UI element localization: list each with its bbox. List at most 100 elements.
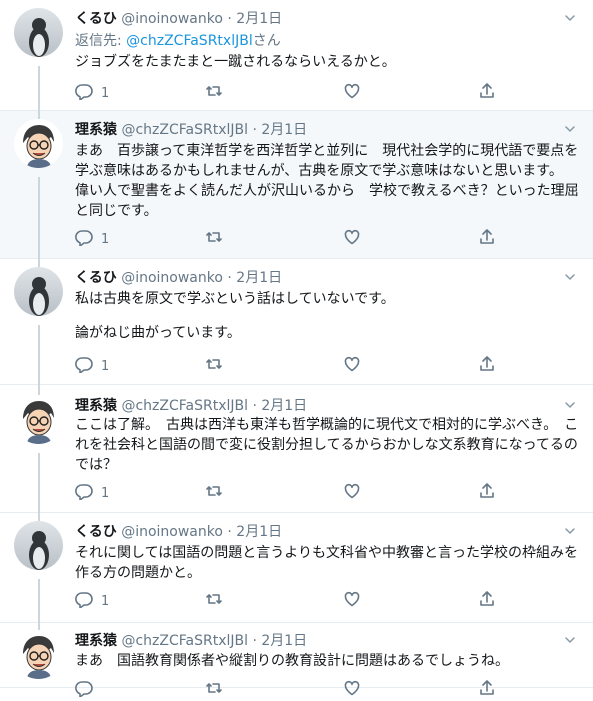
share-button[interactable]: [478, 229, 496, 249]
share-button[interactable]: [478, 83, 496, 103]
retweet-button[interactable]: [205, 229, 223, 249]
retweet-icon: [205, 82, 223, 104]
tweet-paragraph: ここは了解。 古典は西洋も東洋も哲学概論的に現代文で相対的に学ぶべき。 これを社…: [75, 417, 579, 473]
cartoon-man-avatar[interactable]: [14, 395, 63, 444]
author-name[interactable]: 理系猿: [75, 122, 117, 138]
chevron-down-icon[interactable]: [563, 269, 577, 283]
tweet-actions: 1: [75, 591, 505, 611]
share-icon: [478, 590, 496, 612]
separator-dot: ·: [252, 398, 257, 414]
reply-button[interactable]: [75, 680, 93, 700]
tweet-header: くるひ @inoinowanko · 2月1日: [75, 8, 553, 28]
tweet[interactable]: くるひ @inoinowanko · 2月1日 私は古典を原文で学ぶという話はして…: [0, 259, 593, 385]
tweet-date[interactable]: 2月1日: [236, 524, 282, 540]
like-button[interactable]: [343, 591, 361, 611]
reply-icon: [75, 590, 93, 612]
cartoon-man-avatar[interactable]: [14, 630, 63, 679]
tweet[interactable]: 理系猿 @chzZCFaSRtxlJBl · 2月1日 まあ 国語教育関係者や縦割…: [0, 623, 593, 698]
author-name[interactable]: 理系猿: [75, 633, 117, 649]
tweet-date[interactable]: 2月1日: [261, 122, 307, 138]
author-handle[interactable]: @chzZCFaSRtxlJBl: [121, 122, 248, 138]
penguin-avatar[interactable]: [14, 8, 63, 57]
tweet-paragraph: 私は古典を原文で学ぶという話はしていないです。: [75, 291, 395, 307]
tweet-paragraph: それに関しては国語の問題と言うよりも文科省や中教審と言った学校の枠組みを作る方の…: [75, 545, 579, 581]
tweet-header: くるひ @inoinowanko · 2月1日: [75, 521, 553, 541]
reply-to-link[interactable]: @chzZCFaSRtxlJBl: [126, 33, 253, 49]
author-name[interactable]: くるひ: [75, 524, 117, 540]
chevron-down-icon[interactable]: [563, 121, 577, 135]
penguin-avatar[interactable]: [14, 267, 63, 316]
author-handle[interactable]: @chzZCFaSRtxlJBl: [121, 633, 248, 649]
heart-icon: [343, 482, 361, 504]
like-button[interactable]: [343, 680, 361, 700]
author-name[interactable]: くるひ: [75, 11, 117, 27]
retweet-icon: [205, 482, 223, 504]
thread-connector: [38, 453, 40, 513]
share-icon: [478, 82, 496, 104]
reply-icon: [75, 482, 93, 504]
retweet-button[interactable]: [205, 680, 223, 700]
retweet-icon: [205, 355, 223, 377]
heart-icon: [343, 679, 361, 701]
like-button[interactable]: [343, 356, 361, 376]
retweet-button[interactable]: [205, 591, 223, 611]
tweet-paragraph: ジョブズをたまたまと一蹴されるならいえるかと。: [75, 54, 396, 70]
share-icon: [478, 355, 496, 377]
tweet-actions: 1: [75, 483, 505, 503]
chevron-down-icon[interactable]: [563, 397, 577, 411]
retweet-button[interactable]: [205, 83, 223, 103]
tweet-paragraph: まあ 百歩譲って東洋哲学を西洋哲学と並列に 現代社会学的に現代語で要点を学ぶ意味…: [75, 143, 579, 219]
chevron-down-icon[interactable]: [563, 632, 577, 646]
cartoon-man-avatar[interactable]: [14, 119, 63, 168]
reply-count: 1: [101, 358, 110, 374]
tweet[interactable]: くるひ @inoinowanko · 2月1日それに関しては国語の問題と言うより…: [0, 513, 593, 623]
tweet[interactable]: くるひ @inoinowanko · 2月1日 返信先: @chzZCFaSRtx…: [0, 0, 593, 111]
penguin-avatar[interactable]: [14, 521, 63, 570]
tweet-paragraph: まあ 国語教育関係者や縦割りの教育設計に問題はあるでしょうね。: [75, 653, 509, 669]
tweet-text: まあ 百歩譲って東洋哲学を西洋哲学と並列に 現代社会学的に現代語で要点を学ぶ意味…: [75, 141, 580, 221]
reply-button[interactable]: 1: [75, 483, 109, 503]
like-button[interactable]: [343, 83, 361, 103]
share-icon: [478, 482, 496, 504]
tweet-actions: 1: [75, 83, 505, 103]
thread-connector: [38, 579, 40, 623]
tweet-date[interactable]: 2月1日: [236, 270, 282, 286]
author-handle[interactable]: @inoinowanko: [121, 11, 223, 27]
reply-button[interactable]: 1: [75, 356, 109, 376]
author-handle[interactable]: @inoinowanko: [121, 270, 223, 286]
thread-connector: [38, 623, 40, 630]
author-handle[interactable]: @chzZCFaSRtxlJBl: [121, 398, 248, 414]
author-handle[interactable]: @inoinowanko: [121, 524, 223, 540]
author-name[interactable]: くるひ: [75, 270, 117, 286]
share-button[interactable]: [478, 680, 496, 700]
tweet[interactable]: 理系猿 @chzZCFaSRtxlJBl · 2月1日 まあ 百歩譲って東洋哲学を…: [0, 111, 593, 259]
heart-icon: [343, 82, 361, 104]
reply-button[interactable]: 1: [75, 83, 109, 103]
tweet-actions: 1: [75, 356, 505, 376]
reply-button[interactable]: 1: [75, 591, 109, 611]
reply-icon: [75, 679, 93, 701]
share-button[interactable]: [478, 591, 496, 611]
tweet-date[interactable]: 2月1日: [261, 633, 307, 649]
separator-dot: ·: [227, 524, 232, 540]
reply-icon: [75, 355, 93, 377]
separator-dot: ·: [227, 11, 232, 27]
like-button[interactable]: [343, 229, 361, 249]
tweet-text: 私は古典を原文で学ぶという話はしていないです。 論がねじ曲がっています。: [75, 289, 580, 343]
tweet[interactable]: 理系猿 @chzZCFaSRtxlJBl · 2月1日ここは了解。 古典は西洋も…: [0, 385, 593, 513]
reply-count: 1: [101, 593, 110, 609]
heart-icon: [343, 355, 361, 377]
reply-button[interactable]: 1: [75, 229, 109, 249]
tweet-paragraph: 論がねじ曲がっています。: [75, 325, 241, 341]
chevron-down-icon[interactable]: [563, 523, 577, 537]
retweet-button[interactable]: [205, 356, 223, 376]
like-button[interactable]: [343, 483, 361, 503]
tweet-date[interactable]: 2月1日: [261, 398, 307, 414]
thread-connector: [38, 66, 40, 111]
chevron-down-icon[interactable]: [563, 10, 577, 24]
author-name[interactable]: 理系猿: [75, 398, 117, 414]
retweet-button[interactable]: [205, 483, 223, 503]
share-button[interactable]: [478, 483, 496, 503]
tweet-date[interactable]: 2月1日: [236, 11, 282, 27]
share-button[interactable]: [478, 356, 496, 376]
